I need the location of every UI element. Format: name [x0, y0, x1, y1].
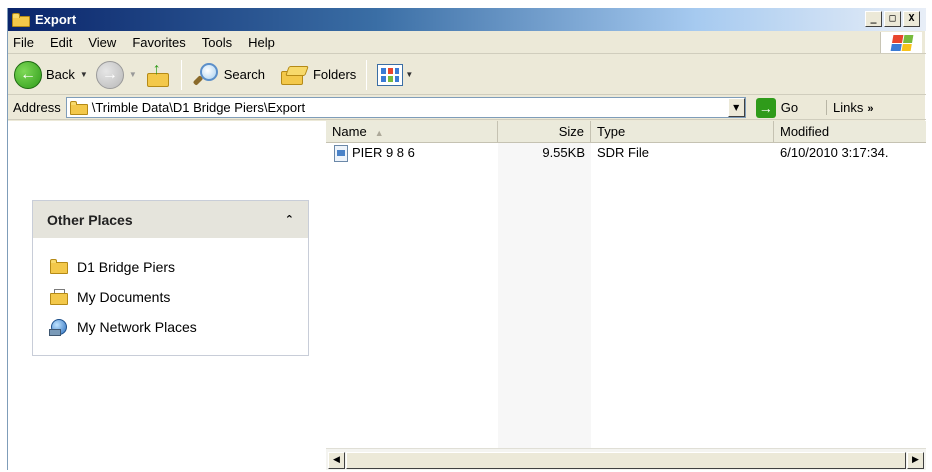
task-pane: Other Places ⌃ D1 Bridge Piers My Docume… — [8, 121, 326, 470]
file-name: PIER 9 8 6 — [352, 145, 415, 160]
views-button[interactable]: ▼ — [373, 59, 417, 91]
menu-edit[interactable]: Edit — [42, 35, 80, 50]
links-label: Links — [833, 100, 864, 115]
menu-tools[interactable]: Tools — [194, 35, 240, 50]
forward-arrow-icon: → — [95, 60, 124, 89]
forward-dropdown-icon[interactable]: ▼ — [129, 70, 137, 79]
scroll-thumb[interactable] — [346, 452, 906, 469]
other-places-list: D1 Bridge Piers My Documents My Network … — [33, 238, 308, 342]
magnifier-icon — [192, 61, 220, 89]
other-places-title: Other Places — [47, 211, 133, 228]
file-modified: 6/10/2010 3:17:34. — [780, 145, 889, 160]
my-documents-icon — [49, 288, 69, 306]
other-places-header[interactable]: Other Places ⌃ — [33, 201, 308, 238]
folder-up-icon: ↑ — [145, 61, 171, 89]
file-list: Name ▲ Size Type Modified PIER 9 8 6 9.55… — [326, 121, 926, 470]
menu-view[interactable]: View — [80, 35, 124, 50]
links-button[interactable]: Links» — [826, 100, 874, 115]
toolbar-separator — [366, 59, 368, 90]
address-bar: Address \Trimble Data\D1 Bridge Piers\Ex… — [8, 96, 926, 120]
place-label: My Documents — [77, 289, 171, 305]
folders-label: Folders — [312, 67, 357, 82]
folder-icon — [49, 258, 69, 276]
horizontal-scrollbar[interactable]: ◀ ▶ — [326, 448, 926, 470]
sorted-column-highlight — [498, 143, 591, 448]
go-label: Go — [780, 100, 799, 115]
back-dropdown-icon[interactable]: ▼ — [80, 70, 88, 79]
windows-logo — [880, 32, 922, 53]
address-label: Address — [13, 100, 61, 115]
scroll-right-button[interactable]: ▶ — [907, 452, 924, 469]
place-my-network-places[interactable]: My Network Places — [49, 312, 308, 342]
up-button[interactable]: ↑ — [141, 59, 175, 91]
collapse-chevron-icon[interactable]: ⌃ — [285, 213, 294, 226]
go-arrow-icon: → — [755, 97, 776, 118]
menu-favorites[interactable]: Favorites — [124, 35, 193, 50]
search-label: Search — [223, 67, 265, 82]
column-headers: Name ▲ Size Type Modified — [326, 121, 926, 143]
menu-help[interactable]: Help — [240, 35, 283, 50]
explorer-window: Export _ □ X File Edit View Favorites To… — [7, 8, 926, 470]
folder-icon — [12, 12, 30, 27]
file-type: SDR File — [597, 145, 650, 160]
minimize-button[interactable]: _ — [865, 11, 882, 27]
column-header-modified[interactable]: Modified — [774, 121, 926, 142]
search-button[interactable]: Search — [188, 59, 269, 91]
place-d1-bridge-piers[interactable]: D1 Bridge Piers — [49, 252, 308, 282]
folders-button[interactable]: Folders — [275, 59, 360, 91]
other-places-panel: Other Places ⌃ D1 Bridge Piers My Docume… — [32, 200, 309, 356]
file-icon — [334, 144, 348, 162]
content-area: Other Places ⌃ D1 Bridge Piers My Docume… — [8, 121, 926, 470]
file-size: 9.55KB — [542, 145, 585, 160]
place-label: D1 Bridge Piers — [77, 259, 176, 275]
toolbar: ← Back ▼ → ▼ ↑ Search Folders ▼ — [8, 55, 926, 95]
address-input[interactable]: \Trimble Data\D1 Bridge Piers\Export ▼ — [65, 97, 746, 118]
folder-icon — [69, 100, 88, 115]
sort-ascending-icon: ▲ — [374, 128, 384, 138]
toolbar-separator — [180, 59, 182, 90]
close-button[interactable]: X — [903, 11, 920, 27]
back-arrow-icon: ← — [14, 60, 42, 89]
scroll-left-button[interactable]: ◀ — [328, 452, 345, 469]
place-label: My Network Places — [77, 319, 197, 335]
column-header-name[interactable]: Name ▲ — [326, 121, 498, 142]
views-icon — [377, 63, 404, 86]
column-name-label: Name — [332, 124, 367, 139]
address-dropdown-icon[interactable]: ▼ — [727, 98, 745, 117]
go-button[interactable]: → Go — [755, 97, 799, 118]
forward-button[interactable]: → ▼ — [92, 59, 141, 91]
title-bar[interactable]: Export _ □ X — [8, 8, 926, 31]
address-path: \Trimble Data\D1 Bridge Piers\Export — [91, 100, 306, 115]
back-button[interactable]: ← Back ▼ — [10, 59, 92, 91]
views-dropdown-icon[interactable]: ▼ — [405, 70, 413, 79]
file-name-cell: PIER 9 8 6 — [326, 143, 498, 163]
network-globe-icon — [49, 318, 69, 336]
window-title: Export — [35, 12, 77, 27]
chevron-right-icon: » — [867, 103, 874, 115]
folders-icon — [279, 61, 309, 89]
windows-flag-icon — [890, 34, 913, 51]
menu-bar: File Edit View Favorites Tools Help — [8, 31, 926, 54]
maximize-button[interactable]: □ — [884, 11, 901, 27]
column-header-type[interactable]: Type — [591, 121, 774, 142]
file-row[interactable]: PIER 9 8 6 9.55KB SDR File 6/10/2010 3:1… — [326, 143, 926, 163]
window-controls: _ □ X — [865, 11, 920, 27]
menu-file[interactable]: File — [8, 35, 42, 50]
place-my-documents[interactable]: My Documents — [49, 282, 308, 312]
back-label: Back — [46, 67, 75, 82]
column-header-size[interactable]: Size — [498, 121, 591, 142]
